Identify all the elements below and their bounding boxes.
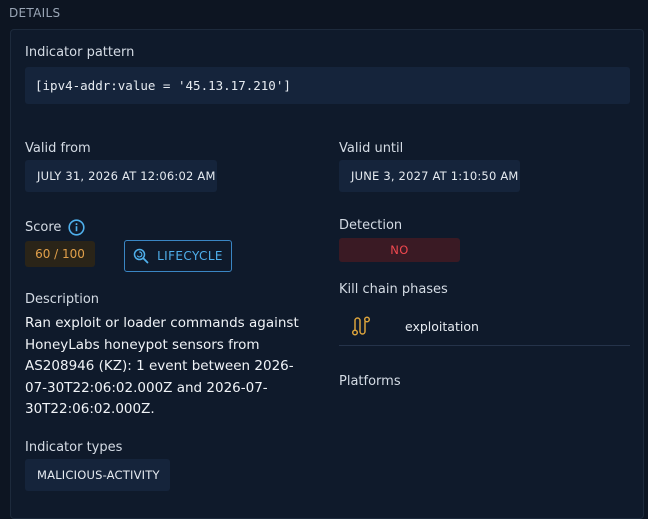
indicator-pattern-label: Indicator pattern — [25, 45, 135, 60]
description-text: Ran exploit or loader commands against H… — [25, 315, 299, 417]
info-icon[interactable] — [68, 219, 85, 236]
lifecycle-label: LIFECYCLE — [157, 249, 223, 263]
platforms-label: Platforms — [339, 374, 401, 389]
valid-from-label: Valid from — [25, 141, 91, 156]
score-label: Score — [25, 220, 62, 235]
indicator-pattern-value: [ipv4-addr:value = '45.13.17.210'] — [25, 67, 630, 104]
valid-until-label: Valid until — [339, 141, 404, 156]
route-icon — [351, 316, 371, 336]
detection-badge: NO — [339, 238, 460, 262]
lifecycle-button[interactable]: LIFECYCLE — [124, 240, 232, 272]
description-label: Description — [25, 292, 100, 307]
kill-chain-phase-name: exploitation — [405, 319, 479, 334]
score-value: 60 / 100 — [25, 241, 95, 267]
indicator-type-chip: MALICIOUS-ACTIVITY — [25, 459, 170, 491]
indicator-types-label: Indicator types — [25, 440, 123, 455]
kill-chain-phase-row: exploitation — [339, 307, 630, 346]
lifecycle-icon — [133, 248, 149, 264]
valid-until-value: JUNE 3, 2027 AT 1:10:50 AM — [339, 160, 520, 192]
valid-from-value: JULY 31, 2026 AT 12:06:02 AM — [25, 160, 217, 192]
kill-chain-label: Kill chain phases — [339, 282, 448, 297]
detection-label: Detection — [339, 218, 403, 233]
section-title: DETAILS — [9, 6, 61, 20]
